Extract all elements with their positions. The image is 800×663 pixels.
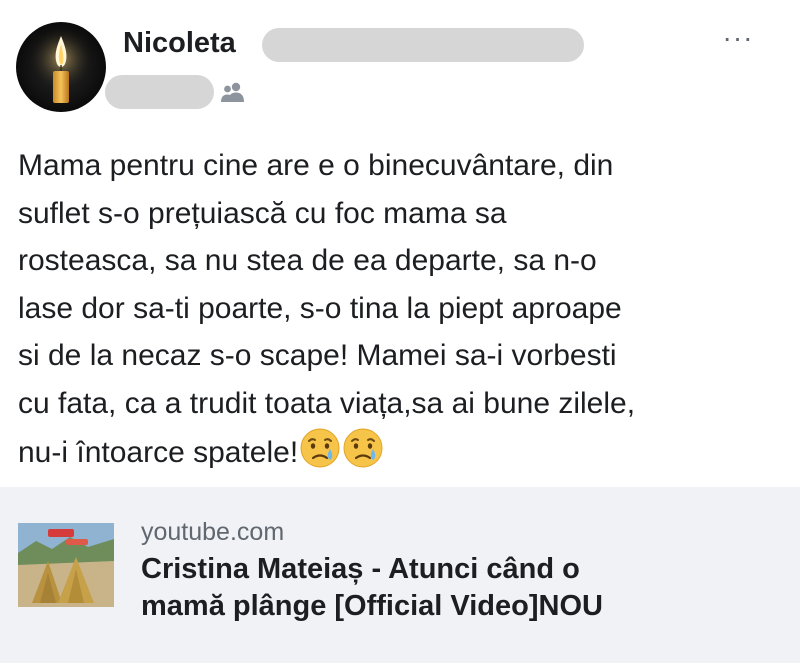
video-thumbnail-image <box>18 523 114 607</box>
link-title-line: mamă plânge [Official Video]NOU <box>141 590 603 622</box>
candle-icon <box>27 28 95 103</box>
post-text-line-content: nu-i întoarce spatele! <box>18 436 299 469</box>
post-text-line: suflet s-o prețuiască cu foc mama sa <box>18 196 507 230</box>
more-options-button[interactable]: ··· <box>716 24 760 58</box>
crying-face-emoji-icon <box>300 428 340 468</box>
post-text-line: cu fata, ca a trudit toata viața,sa ai b… <box>18 386 636 420</box>
link-domain: youtube.com <box>141 518 285 546</box>
post-header: Nicoleta ··· <box>0 0 800 125</box>
friends-icon[interactable] <box>220 80 246 104</box>
post-text-line: si de la necaz s-o scape! Mamei sa-i vor… <box>18 339 617 372</box>
redacted-name <box>262 28 584 62</box>
link-title[interactable]: Cristina Mateiaș - Atunci când o mamă pl… <box>141 551 781 625</box>
post-text-line-last: nu-i întoarce spatele! <box>18 427 788 477</box>
avatar[interactable] <box>16 22 106 112</box>
post-text-line: lase dor sa-ti poarte, s-o tina la piept… <box>18 291 622 325</box>
post-text-line: Mama pentru cine are e o binecuvântare, … <box>18 149 614 182</box>
link-title-line: Cristina Mateiaș - Atunci când o <box>141 553 580 585</box>
redacted-timestamp <box>105 75 214 109</box>
link-preview-card[interactable]: youtube.com Cristina Mateiaș - Atunci câ… <box>0 487 800 663</box>
crying-face-emoji-icon <box>343 428 383 468</box>
post-text: Mama pentru cine are e o binecuvântare, … <box>18 142 788 477</box>
facebook-post: Nicoleta ··· Mama pentru cine are e o bi… <box>0 0 800 663</box>
post-text-line: rosteasca, sa nu stea de ea departe, sa … <box>18 244 597 277</box>
author-name[interactable]: Nicoleta <box>123 27 236 60</box>
video-thumbnail[interactable] <box>18 523 114 607</box>
